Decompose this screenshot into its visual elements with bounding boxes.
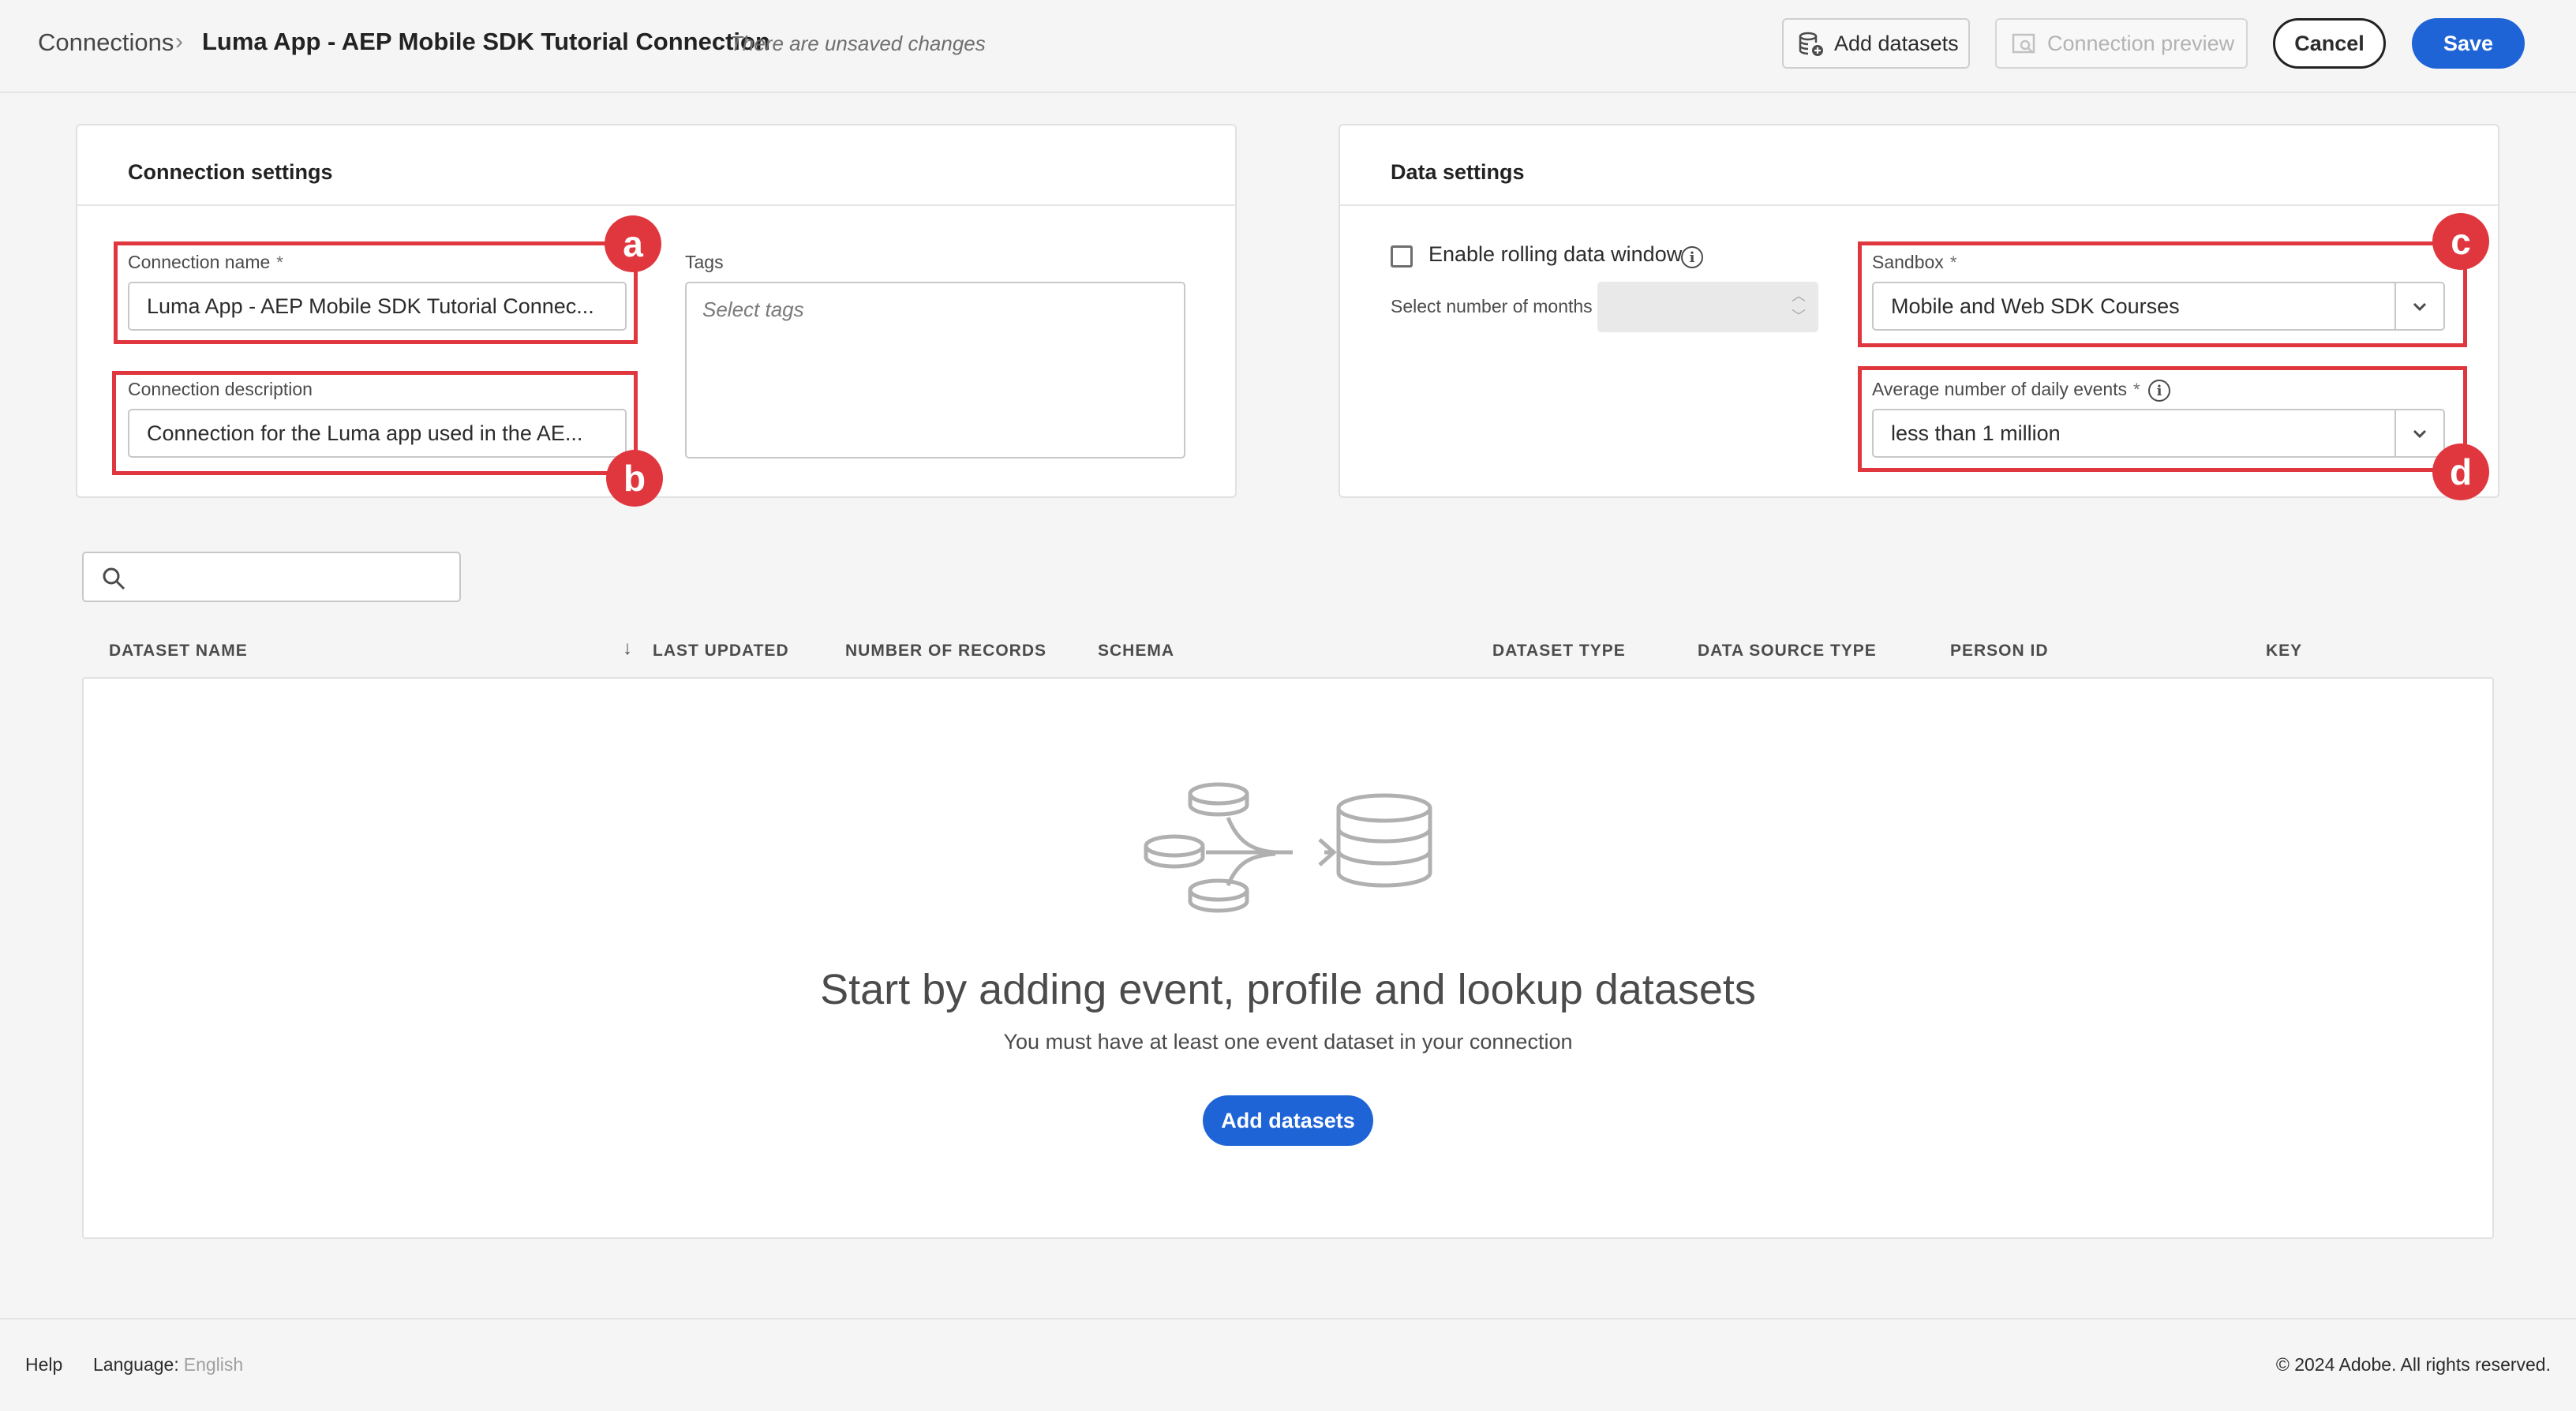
callout-box-c (1858, 241, 2467, 347)
page-header: Connections › Luma App - AEP Mobile SDK … (0, 0, 2576, 93)
tags-input[interactable]: Select tags (685, 282, 1185, 458)
column-last-updated[interactable]: LAST UPDATED (653, 642, 789, 661)
page-title: Luma App - AEP Mobile SDK Tutorial Conne… (202, 28, 770, 55)
save-button[interactable]: Save (2412, 18, 2525, 69)
card-divider (1340, 204, 2498, 206)
add-datasets-header-button[interactable]: Add datasets (1782, 18, 1970, 69)
card-divider (77, 204, 1235, 206)
preview-icon (2012, 33, 2035, 54)
dataset-search-input[interactable] (82, 552, 461, 602)
rolling-window-checkbox[interactable] (1391, 245, 1413, 268)
column-data-source-type[interactable]: DATA SOURCE TYPE (1698, 642, 1877, 661)
datasets-merge-illustration-icon (1144, 782, 1432, 913)
chevron-right-icon: › (175, 28, 183, 54)
database-add-icon (1799, 32, 1823, 56)
cancel-button[interactable]: Cancel (2273, 18, 2386, 69)
callout-box-b (112, 371, 638, 475)
datasets-empty-panel (82, 677, 2494, 1239)
tags-label: Tags (685, 252, 724, 272)
breadcrumb-connections[interactable]: Connections (38, 28, 174, 57)
sort-descending-icon[interactable]: ↓ (623, 638, 632, 660)
search-icon (103, 567, 125, 590)
column-key[interactable]: KEY (2266, 642, 2302, 661)
data-settings-title: Data settings (1391, 160, 1525, 184)
help-link[interactable]: Help (25, 1354, 62, 1375)
callout-badge-b: b (606, 450, 663, 507)
months-label: Select number of months (1391, 296, 1593, 316)
unsaved-changes-notice: There are unsaved changes (730, 32, 986, 55)
stepper-down-icon: ﹀ (1792, 309, 1806, 324)
language-label: Language: (93, 1354, 179, 1375)
callout-badge-c: c (2432, 213, 2489, 270)
callout-box-a (114, 241, 638, 344)
column-schema[interactable]: SCHEMA (1098, 642, 1174, 661)
column-person-id[interactable]: PERSON ID (1950, 642, 2049, 661)
language-selector[interactable]: Language: English (93, 1354, 243, 1375)
info-icon[interactable]: i (1681, 246, 1703, 268)
column-number-of-records[interactable]: NUMBER OF RECORDS (845, 642, 1046, 661)
connection-settings-title: Connection settings (128, 160, 333, 184)
callout-badge-d: d (2432, 444, 2489, 500)
language-value[interactable]: English (184, 1354, 243, 1375)
rolling-window-label: Enable rolling data window (1428, 242, 1683, 266)
callout-box-d (1858, 366, 2467, 472)
connection-preview-label: Connection preview (2047, 31, 2235, 55)
column-dataset-type[interactable]: DATASET TYPE (1492, 642, 1626, 661)
months-stepper: ︿ ﹀ (1597, 282, 1818, 332)
stepper-up-icon: ︿ (1792, 288, 1806, 304)
column-dataset-name[interactable]: DATASET NAME (109, 642, 248, 661)
empty-state-subtitle: You must have at least one event dataset… (1003, 1030, 1573, 1054)
page-footer: Help Language: English © 2024 Adobe. All … (0, 1318, 2576, 1411)
empty-state-title: Start by adding event, profile and looku… (820, 966, 1756, 1013)
add-datasets-button[interactable]: Add datasets (1203, 1095, 1373, 1146)
add-datasets-header-label: Add datasets (1834, 31, 1959, 55)
connection-preview-button[interactable]: Connection preview (1995, 18, 2248, 69)
copyright-text: © 2024 Adobe. All rights reserved. (2275, 1354, 2551, 1375)
callout-badge-a: a (605, 215, 661, 272)
